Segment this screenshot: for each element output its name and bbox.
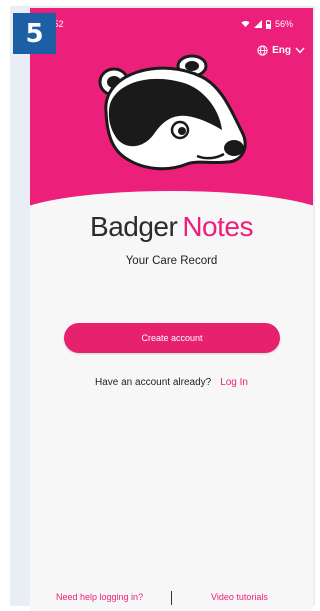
logo-notes: Notes <box>182 211 253 242</box>
language-label: Eng <box>272 45 291 56</box>
footer-links: Need help logging in? Video tutorials <box>30 591 313 607</box>
hero-curve <box>30 191 313 208</box>
login-link[interactable]: Log In <box>220 377 248 388</box>
video-tutorials-link[interactable]: Video tutorials <box>211 592 268 602</box>
hero-header: 4:52 56% Eng <box>30 8 313 208</box>
step-badge: 5 <box>13 13 56 54</box>
badger-mascot-icon <box>98 54 247 171</box>
battery-icon <box>265 19 271 29</box>
phone-screen: 4:52 56% Eng <box>30 8 313 611</box>
chevron-down-icon <box>295 47 305 54</box>
language-selector[interactable]: Eng <box>257 45 305 56</box>
login-row: Have an account already? Log In <box>30 377 313 388</box>
signal-icon <box>253 20 262 28</box>
status-bar: 4:52 56% <box>30 16 313 34</box>
logo-badger: Badger <box>90 211 178 242</box>
have-account-text: Have an account already? <box>95 377 212 388</box>
status-icons: 56% <box>241 19 293 29</box>
battery-level: 56% <box>274 19 293 29</box>
app-tagline: Your Care Record <box>125 255 218 267</box>
create-account-button[interactable]: Create account <box>64 323 280 353</box>
footer-divider <box>171 591 172 605</box>
app-logo: Badger Notes <box>30 211 313 243</box>
wifi-icon <box>241 21 250 28</box>
globe-icon <box>257 45 268 56</box>
help-login-link[interactable]: Need help logging in? <box>56 592 143 602</box>
